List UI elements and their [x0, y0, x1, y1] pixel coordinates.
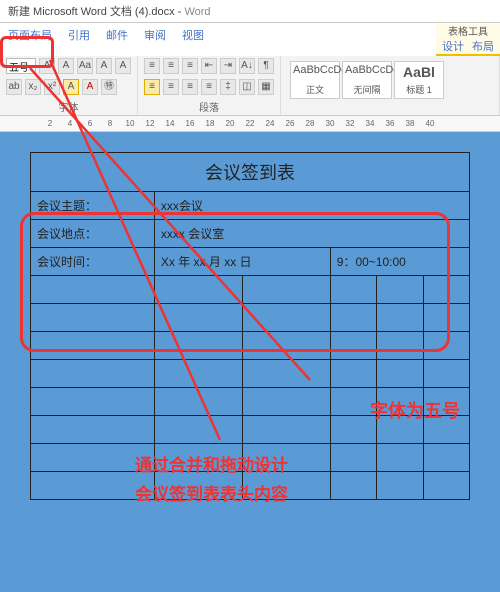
tab-mail[interactable]: 邮件: [98, 23, 136, 56]
table-row: 会议地点： xxxx 会议室: [31, 220, 470, 248]
context-tab-group: 表格工具 设计 布局: [436, 23, 500, 56]
tab-view[interactable]: 视图: [174, 23, 212, 56]
clear-format-icon[interactable]: A: [115, 58, 131, 74]
document-area[interactable]: 会议签到表 会议主题： xxx会议 会议地点： xxxx 会议室 会议时间： X…: [0, 132, 500, 592]
sort-icon[interactable]: A↓: [239, 58, 255, 74]
context-title: 表格工具: [448, 23, 488, 38]
tab-references[interactable]: 引用: [60, 23, 98, 56]
paragraph-group: ≡ ≡ ≡ ⇤ ⇥ A↓ ¶ ≡ ≡ ≡ ≡ ‡ ◫ ▦ 段落: [138, 56, 281, 115]
table-row: [31, 360, 470, 388]
indent-left-icon[interactable]: ⇤: [201, 58, 217, 74]
indent-right-icon[interactable]: ⇥: [220, 58, 236, 74]
table-row: [31, 332, 470, 360]
style-normal[interactable]: AaBbCcDd 正文: [290, 61, 340, 99]
table-row: 会议主题： xxx会议: [31, 192, 470, 220]
tab-tablelayout[interactable]: 布局: [472, 38, 494, 54]
font-color-icon[interactable]: A: [82, 79, 98, 95]
superscript-icon[interactable]: x²: [44, 79, 60, 95]
align-center-icon[interactable]: ≡: [163, 79, 179, 95]
multilevel-icon[interactable]: ≡: [182, 58, 198, 74]
show-marks-icon[interactable]: ¶: [258, 58, 274, 74]
row-label[interactable]: 会议主题：: [31, 192, 155, 220]
tab-review[interactable]: 审阅: [136, 23, 174, 56]
font-size-control[interactable]: [6, 58, 36, 74]
tab-pagelayout[interactable]: 页面布局: [0, 23, 60, 56]
table-row: [31, 304, 470, 332]
row-label[interactable]: 会议地点：: [31, 220, 155, 248]
tab-tabledesign[interactable]: 设计: [442, 38, 464, 54]
align-right-icon[interactable]: ≡: [182, 79, 198, 95]
row-time[interactable]: 9：00~10:00: [330, 248, 469, 276]
row-value[interactable]: xxxx 会议室: [154, 220, 469, 248]
table-title[interactable]: 会议签到表: [31, 153, 470, 192]
shading-icon[interactable]: ◫: [239, 79, 255, 95]
annotation-fontsize: 字体为五号: [370, 397, 460, 423]
ribbon: A A Aa A A ab x₂ x² A A ㊕ 字体 ≡ ≡ ≡ ⇤ ⇥ A…: [0, 56, 500, 116]
bullets-icon[interactable]: ≡: [144, 58, 160, 74]
row-value[interactable]: Xx 年 xx 月 xx 日: [154, 248, 330, 276]
font-group: A A Aa A A ab x₂ x² A A ㊕ 字体: [0, 56, 138, 115]
shrink-font-icon[interactable]: A: [58, 58, 74, 74]
text-effects-icon[interactable]: A: [96, 58, 112, 74]
align-left-icon[interactable]: ≡: [144, 79, 160, 95]
app-name: Word: [184, 6, 210, 18]
font-size-input[interactable]: [6, 58, 36, 74]
line-spacing-icon[interactable]: ‡: [220, 79, 236, 95]
table-row: 会议时间： Xx 年 xx 月 xx 日 9：00~10:00: [31, 248, 470, 276]
table-row: [31, 276, 470, 304]
highlight-icon[interactable]: A: [63, 79, 79, 95]
borders-icon[interactable]: ▦: [258, 79, 274, 95]
ribbon-tabs: 页面布局 引用 邮件 审阅 视图 表格工具 设计 布局: [0, 23, 500, 56]
row-value[interactable]: xxx会议: [154, 192, 469, 220]
doc-title: 新建 Microsoft Word 文档 (4).docx: [8, 6, 175, 18]
titlebar: 新建 Microsoft Word 文档 (4).docx - Word: [0, 0, 500, 23]
styles-group: AaBbCcDd 正文 AaBbCcDd 无间隔 AaBl 标题 1: [281, 56, 500, 115]
para-group-label: 段落: [144, 99, 274, 114]
style-heading1[interactable]: AaBl 标题 1: [394, 61, 444, 99]
annotation-design: 通过合并和拖动设计 会议签到表表头内容: [135, 452, 288, 510]
strike-icon[interactable]: ab: [6, 79, 22, 95]
align-justify-icon[interactable]: ≡: [201, 79, 217, 95]
font-group-label: 字体: [6, 99, 131, 114]
subscript-icon[interactable]: x₂: [25, 79, 41, 95]
row-label[interactable]: 会议时间：: [31, 248, 155, 276]
style-nospacing[interactable]: AaBbCcDd 无间隔: [342, 61, 392, 99]
ruler[interactable]: 246810121416182022242628303234363840: [0, 116, 500, 132]
grow-font-icon[interactable]: A: [39, 58, 55, 74]
enclose-icon[interactable]: ㊕: [101, 79, 117, 95]
meeting-table[interactable]: 会议签到表 会议主题： xxx会议 会议地点： xxxx 会议室 会议时间： X…: [30, 152, 470, 500]
numbering-icon[interactable]: ≡: [163, 58, 179, 74]
change-case-icon[interactable]: Aa: [77, 58, 93, 74]
